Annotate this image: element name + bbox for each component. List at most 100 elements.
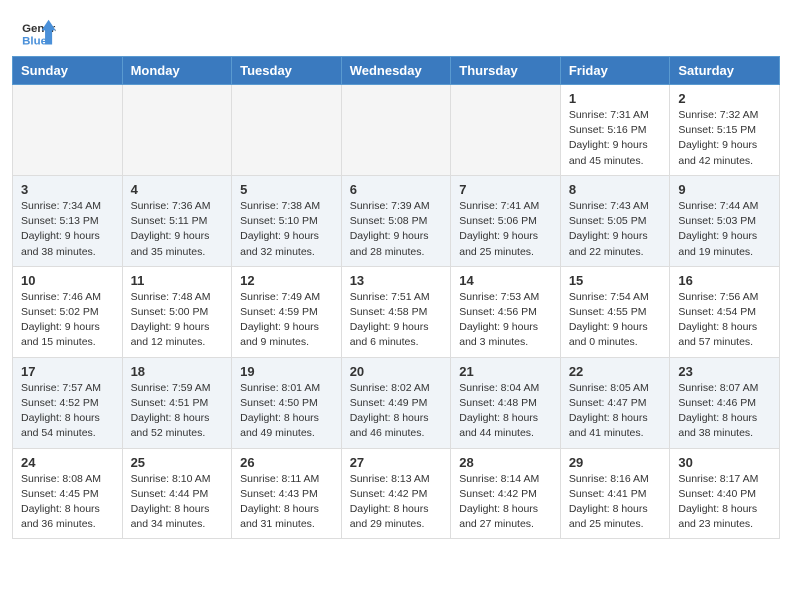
day-info: Sunrise: 8:05 AMSunset: 4:47 PMDaylight:… xyxy=(569,382,649,440)
day-number: 15 xyxy=(569,273,662,288)
calendar-week-3: 10 Sunrise: 7:46 AMSunset: 5:02 PMDaylig… xyxy=(13,266,780,357)
day-number: 16 xyxy=(678,273,771,288)
day-number: 10 xyxy=(21,273,114,288)
day-info: Sunrise: 8:13 AMSunset: 4:42 PMDaylight:… xyxy=(350,473,430,531)
day-number: 5 xyxy=(240,182,333,197)
day-number: 24 xyxy=(21,455,114,470)
day-number: 27 xyxy=(350,455,443,470)
logo: General Blue xyxy=(20,18,56,48)
day-info: Sunrise: 7:49 AMSunset: 4:59 PMDaylight:… xyxy=(240,291,320,349)
calendar-day: 28 Sunrise: 8:14 AMSunset: 4:42 PMDaylig… xyxy=(451,448,561,539)
calendar-day: 11 Sunrise: 7:48 AMSunset: 5:00 PMDaylig… xyxy=(122,266,232,357)
calendar-day: 2 Sunrise: 7:32 AMSunset: 5:15 PMDayligh… xyxy=(670,85,780,176)
day-number: 6 xyxy=(350,182,443,197)
weekday-header-wednesday: Wednesday xyxy=(341,57,451,85)
calendar-day: 26 Sunrise: 8:11 AMSunset: 4:43 PMDaylig… xyxy=(232,448,342,539)
calendar-day xyxy=(122,85,232,176)
calendar-day: 16 Sunrise: 7:56 AMSunset: 4:54 PMDaylig… xyxy=(670,266,780,357)
day-info: Sunrise: 7:32 AMSunset: 5:15 PMDaylight:… xyxy=(678,109,758,167)
calendar-day: 8 Sunrise: 7:43 AMSunset: 5:05 PMDayligh… xyxy=(560,175,670,266)
page-header: General Blue xyxy=(0,0,792,56)
day-number: 14 xyxy=(459,273,552,288)
calendar-day: 25 Sunrise: 8:10 AMSunset: 4:44 PMDaylig… xyxy=(122,448,232,539)
day-info: Sunrise: 7:39 AMSunset: 5:08 PMDaylight:… xyxy=(350,200,430,258)
calendar-day: 29 Sunrise: 8:16 AMSunset: 4:41 PMDaylig… xyxy=(560,448,670,539)
calendar-day: 5 Sunrise: 7:38 AMSunset: 5:10 PMDayligh… xyxy=(232,175,342,266)
day-number: 22 xyxy=(569,364,662,379)
day-info: Sunrise: 8:16 AMSunset: 4:41 PMDaylight:… xyxy=(569,473,649,531)
weekday-header-tuesday: Tuesday xyxy=(232,57,342,85)
calendar-day: 13 Sunrise: 7:51 AMSunset: 4:58 PMDaylig… xyxy=(341,266,451,357)
calendar-day: 17 Sunrise: 7:57 AMSunset: 4:52 PMDaylig… xyxy=(13,357,123,448)
day-info: Sunrise: 7:36 AMSunset: 5:11 PMDaylight:… xyxy=(131,200,211,258)
weekday-header-thursday: Thursday xyxy=(451,57,561,85)
weekday-header-monday: Monday xyxy=(122,57,232,85)
day-info: Sunrise: 7:56 AMSunset: 4:54 PMDaylight:… xyxy=(678,291,758,349)
day-info: Sunrise: 7:54 AMSunset: 4:55 PMDaylight:… xyxy=(569,291,649,349)
calendar-day: 19 Sunrise: 8:01 AMSunset: 4:50 PMDaylig… xyxy=(232,357,342,448)
calendar-week-2: 3 Sunrise: 7:34 AMSunset: 5:13 PMDayligh… xyxy=(13,175,780,266)
calendar-week-4: 17 Sunrise: 7:57 AMSunset: 4:52 PMDaylig… xyxy=(13,357,780,448)
calendar-header-row: SundayMondayTuesdayWednesdayThursdayFrid… xyxy=(13,57,780,85)
calendar-table: SundayMondayTuesdayWednesdayThursdayFrid… xyxy=(12,56,780,539)
calendar-day: 23 Sunrise: 8:07 AMSunset: 4:46 PMDaylig… xyxy=(670,357,780,448)
calendar-container: SundayMondayTuesdayWednesdayThursdayFrid… xyxy=(0,56,792,551)
day-number: 30 xyxy=(678,455,771,470)
calendar-day: 7 Sunrise: 7:41 AMSunset: 5:06 PMDayligh… xyxy=(451,175,561,266)
day-info: Sunrise: 8:08 AMSunset: 4:45 PMDaylight:… xyxy=(21,473,101,531)
day-info: Sunrise: 8:04 AMSunset: 4:48 PMDaylight:… xyxy=(459,382,539,440)
day-number: 26 xyxy=(240,455,333,470)
day-info: Sunrise: 8:01 AMSunset: 4:50 PMDaylight:… xyxy=(240,382,320,440)
day-info: Sunrise: 7:41 AMSunset: 5:06 PMDaylight:… xyxy=(459,200,539,258)
calendar-day: 6 Sunrise: 7:39 AMSunset: 5:08 PMDayligh… xyxy=(341,175,451,266)
weekday-header-sunday: Sunday xyxy=(13,57,123,85)
calendar-day: 10 Sunrise: 7:46 AMSunset: 5:02 PMDaylig… xyxy=(13,266,123,357)
day-info: Sunrise: 8:02 AMSunset: 4:49 PMDaylight:… xyxy=(350,382,430,440)
calendar-day xyxy=(232,85,342,176)
calendar-day: 15 Sunrise: 7:54 AMSunset: 4:55 PMDaylig… xyxy=(560,266,670,357)
day-number: 12 xyxy=(240,273,333,288)
calendar-day: 9 Sunrise: 7:44 AMSunset: 5:03 PMDayligh… xyxy=(670,175,780,266)
day-number: 2 xyxy=(678,91,771,106)
day-info: Sunrise: 7:44 AMSunset: 5:03 PMDaylight:… xyxy=(678,200,758,258)
day-number: 13 xyxy=(350,273,443,288)
calendar-day: 30 Sunrise: 8:17 AMSunset: 4:40 PMDaylig… xyxy=(670,448,780,539)
day-info: Sunrise: 7:59 AMSunset: 4:51 PMDaylight:… xyxy=(131,382,211,440)
day-number: 23 xyxy=(678,364,771,379)
day-number: 11 xyxy=(131,273,224,288)
svg-text:Blue: Blue xyxy=(22,35,47,47)
day-info: Sunrise: 7:48 AMSunset: 5:00 PMDaylight:… xyxy=(131,291,211,349)
day-info: Sunrise: 7:31 AMSunset: 5:16 PMDaylight:… xyxy=(569,109,649,167)
day-info: Sunrise: 7:38 AMSunset: 5:10 PMDaylight:… xyxy=(240,200,320,258)
day-number: 21 xyxy=(459,364,552,379)
day-number: 7 xyxy=(459,182,552,197)
day-info: Sunrise: 7:57 AMSunset: 4:52 PMDaylight:… xyxy=(21,382,101,440)
day-info: Sunrise: 7:43 AMSunset: 5:05 PMDaylight:… xyxy=(569,200,649,258)
logo-icon: General Blue xyxy=(20,18,56,48)
calendar-day: 20 Sunrise: 8:02 AMSunset: 4:49 PMDaylig… xyxy=(341,357,451,448)
day-info: Sunrise: 8:17 AMSunset: 4:40 PMDaylight:… xyxy=(678,473,758,531)
day-number: 17 xyxy=(21,364,114,379)
day-info: Sunrise: 8:07 AMSunset: 4:46 PMDaylight:… xyxy=(678,382,758,440)
day-info: Sunrise: 7:53 AMSunset: 4:56 PMDaylight:… xyxy=(459,291,539,349)
day-info: Sunrise: 7:46 AMSunset: 5:02 PMDaylight:… xyxy=(21,291,101,349)
day-number: 8 xyxy=(569,182,662,197)
calendar-day xyxy=(13,85,123,176)
day-number: 4 xyxy=(131,182,224,197)
calendar-day: 21 Sunrise: 8:04 AMSunset: 4:48 PMDaylig… xyxy=(451,357,561,448)
calendar-day: 4 Sunrise: 7:36 AMSunset: 5:11 PMDayligh… xyxy=(122,175,232,266)
calendar-day: 14 Sunrise: 7:53 AMSunset: 4:56 PMDaylig… xyxy=(451,266,561,357)
weekday-header-friday: Friday xyxy=(560,57,670,85)
day-info: Sunrise: 7:51 AMSunset: 4:58 PMDaylight:… xyxy=(350,291,430,349)
day-number: 18 xyxy=(131,364,224,379)
day-info: Sunrise: 8:14 AMSunset: 4:42 PMDaylight:… xyxy=(459,473,539,531)
day-info: Sunrise: 8:10 AMSunset: 4:44 PMDaylight:… xyxy=(131,473,211,531)
calendar-day: 18 Sunrise: 7:59 AMSunset: 4:51 PMDaylig… xyxy=(122,357,232,448)
calendar-week-5: 24 Sunrise: 8:08 AMSunset: 4:45 PMDaylig… xyxy=(13,448,780,539)
calendar-day: 1 Sunrise: 7:31 AMSunset: 5:16 PMDayligh… xyxy=(560,85,670,176)
day-number: 29 xyxy=(569,455,662,470)
calendar-day: 3 Sunrise: 7:34 AMSunset: 5:13 PMDayligh… xyxy=(13,175,123,266)
calendar-day xyxy=(341,85,451,176)
weekday-header-saturday: Saturday xyxy=(670,57,780,85)
calendar-day: 22 Sunrise: 8:05 AMSunset: 4:47 PMDaylig… xyxy=(560,357,670,448)
